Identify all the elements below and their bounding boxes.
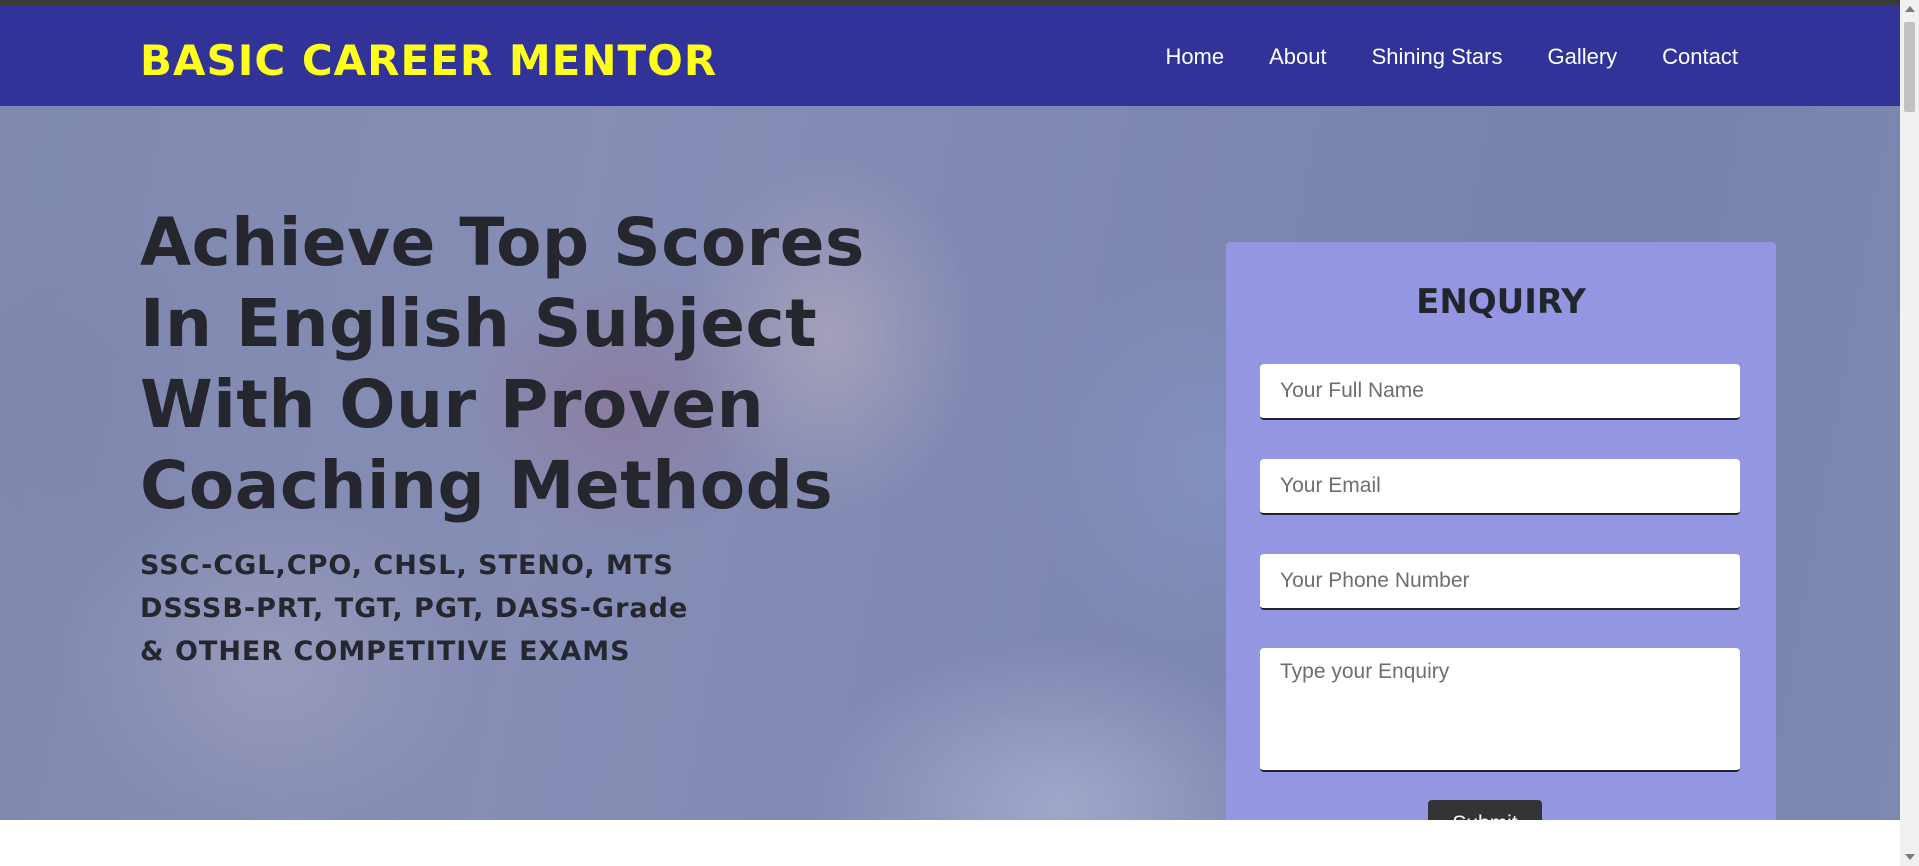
full-name-input[interactable]	[1260, 364, 1740, 420]
nav-about-link[interactable]: About	[1269, 44, 1327, 70]
exam-line-dsssb: DSSSB-PRT, TGT, PGT, DASS-Grade	[140, 587, 960, 630]
email-input[interactable]	[1260, 459, 1740, 515]
exam-line-ssc: SSC-CGL,CPO, CHSL, STENO, MTS	[140, 544, 960, 587]
hero-headline: Achieve Top Scores In English Subject Wi…	[140, 204, 865, 524]
scroll-down-arrow-icon[interactable]	[1905, 854, 1915, 860]
brand-logo[interactable]: BASIC CAREER MENTOR	[140, 35, 717, 87]
exam-line-other: & OTHER COMPETITIVE EXAMS	[140, 630, 960, 673]
page-scrollbar[interactable]	[1900, 0, 1919, 866]
navbar: BASIC CAREER MENTOR Home About Shining S…	[0, 5, 1900, 106]
enquiry-form: ENQUIRY Submit	[1226, 242, 1776, 820]
nav-gallery-link[interactable]: Gallery	[1547, 44, 1617, 70]
hero-text-block: Achieve Top Scores In English Subject Wi…	[140, 202, 960, 673]
nav-contact-link[interactable]: Contact	[1662, 44, 1738, 70]
nav-shining-stars-link[interactable]: Shining Stars	[1372, 44, 1503, 70]
main-nav: Home About Shining Stars Gallery Contact	[1165, 44, 1738, 70]
scrollbar-thumb[interactable]	[1904, 22, 1915, 112]
enquiry-form-title: ENQUIRY	[1416, 282, 1586, 322]
exam-line-strong: SSC	[140, 550, 202, 581]
phone-input[interactable]	[1260, 554, 1740, 610]
scroll-up-arrow-icon[interactable]	[1905, 6, 1915, 12]
hero-section: Achieve Top Scores In English Subject Wi…	[0, 106, 1900, 820]
exam-line-text: & OTHER COMPETITIVE EXAMS	[140, 636, 631, 667]
submit-button[interactable]: Submit	[1428, 800, 1542, 820]
exam-line-text: -PRT, TGT, PGT, DASS-Grade	[243, 593, 689, 624]
exam-line-text: -CGL,CPO, CHSL, STENO, MTS	[201, 550, 674, 581]
nav-home-link[interactable]: Home	[1165, 44, 1224, 70]
exam-list: SSC-CGL,CPO, CHSL, STENO, MTS DSSSB-PRT,…	[140, 544, 960, 673]
enquiry-textarea[interactable]	[1260, 648, 1740, 772]
exam-line-strong: DSSSB	[140, 593, 244, 624]
